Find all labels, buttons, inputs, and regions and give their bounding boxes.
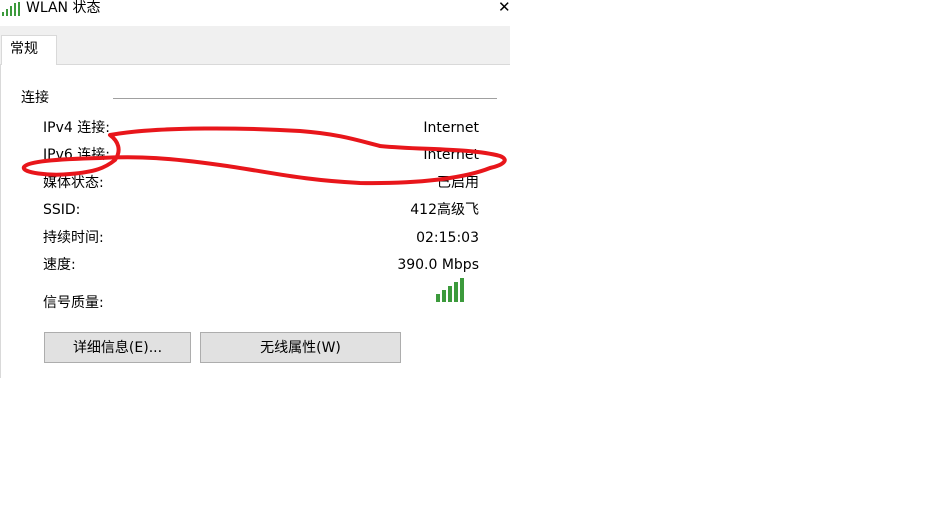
- speed-row: 速度: 390.0 Mbps: [43, 255, 479, 275]
- speed-value: 390.0 Mbps: [397, 257, 479, 273]
- ipv6-value: Internet: [423, 147, 479, 163]
- ipv6-row: IPv6 连接: Internet: [43, 145, 479, 165]
- window-title: WLAN 状态: [26, 0, 101, 16]
- signal-quality-label: 信号质量:: [43, 295, 104, 311]
- media-state-row: 媒体状态: 已启用: [43, 173, 479, 193]
- wifi-signal-icon: [2, 2, 20, 16]
- media-state-label: 媒体状态:: [43, 175, 104, 191]
- title-bar: WLAN 状态 ✕: [0, 0, 511, 26]
- ssid-row: SSID: 412高级飞: [43, 200, 479, 220]
- details-button[interactable]: 详细信息(E)...: [44, 332, 191, 363]
- panel-border: [0, 64, 1, 378]
- duration-value: 02:15:03: [416, 230, 479, 246]
- tab-strip: 常规: [0, 26, 510, 65]
- ssid-label: SSID:: [43, 202, 81, 218]
- ipv4-value: Internet: [423, 120, 479, 136]
- connection-group-label: 连接: [21, 90, 49, 106]
- ipv4-row: IPv4 连接: Internet: [43, 118, 479, 138]
- tab-general[interactable]: 常规: [1, 35, 57, 65]
- close-button[interactable]: ✕: [498, 0, 511, 16]
- group-divider: [113, 98, 497, 99]
- wireless-properties-button[interactable]: 无线属性(W): [200, 332, 401, 363]
- ssid-value: 412高级飞: [410, 202, 479, 218]
- signal-strength-icon: [436, 278, 464, 302]
- media-state-value: 已启用: [437, 175, 479, 191]
- duration-label: 持续时间:: [43, 230, 104, 246]
- signal-row: 信号质量:: [43, 293, 479, 313]
- ipv4-label: IPv4 连接:: [43, 120, 110, 136]
- duration-row: 持续时间: 02:15:03: [43, 228, 479, 248]
- speed-label: 速度:: [43, 257, 76, 273]
- ipv6-label: IPv6 连接:: [43, 147, 110, 163]
